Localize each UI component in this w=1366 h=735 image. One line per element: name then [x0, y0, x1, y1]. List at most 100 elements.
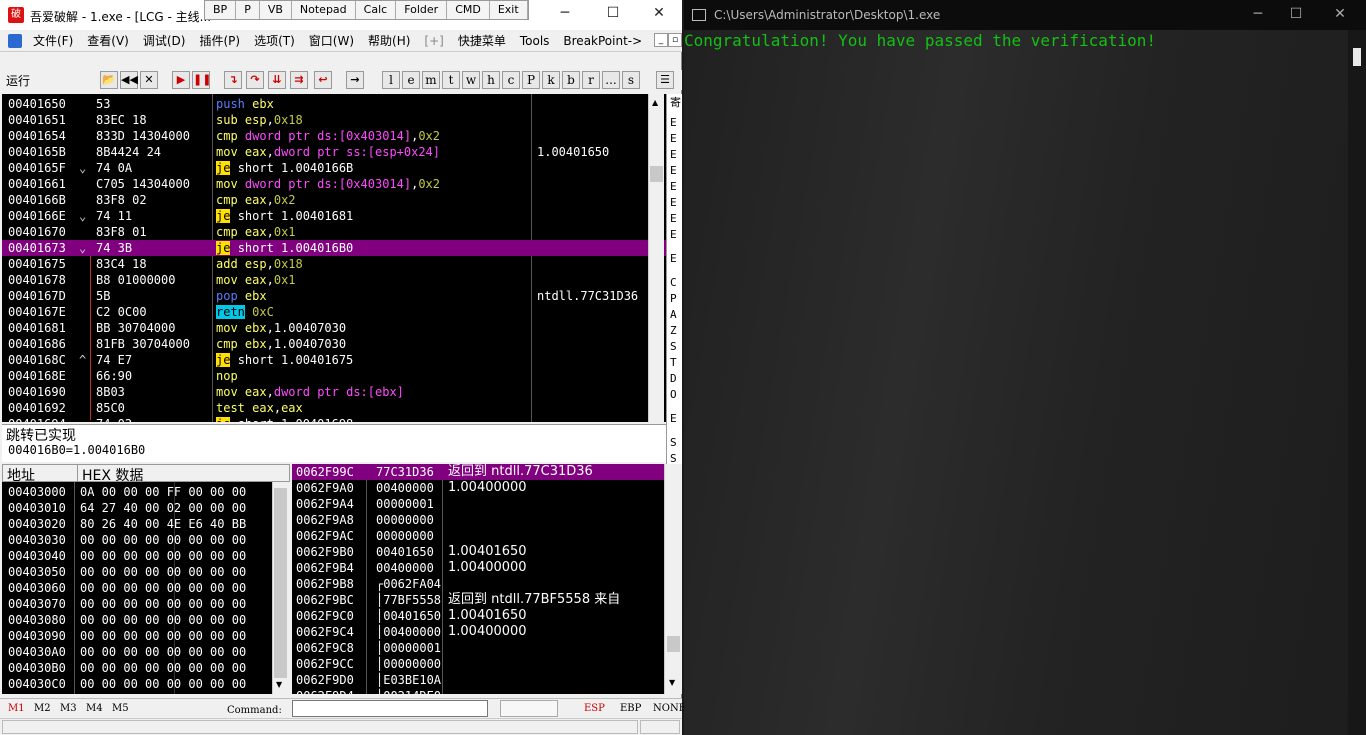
tb-handles[interactable]: h	[482, 71, 500, 89]
stack-row[interactable]: 0062F9D4 │00214DE0	[292, 688, 664, 694]
scroll-thumb[interactable]	[650, 166, 663, 182]
dump-row[interactable]: 00403000 0A 00 00 00 FF 00 00 00	[2, 484, 272, 500]
stack-row[interactable]: 0062F9BC │77BF5558 返回到 ntdll.77BF5558 来自	[292, 592, 664, 608]
tb-windows[interactable]: w	[462, 71, 480, 89]
goto-icon[interactable]: →	[346, 71, 364, 89]
step-over-icon[interactable]: ↷	[246, 71, 264, 89]
dump-row[interactable]: 00403060 00 00 00 00 00 00 00 00	[2, 580, 272, 596]
dump-row[interactable]: 00403040 00 00 00 00 00 00 00 00	[2, 548, 272, 564]
disassembly-row[interactable]: 0040167D 5B pop ebx ntdll.77C31D36	[2, 288, 666, 304]
disassembly-row[interactable]: 0040168C ^ 74 E7 je short 1.00401675	[2, 352, 666, 368]
disassembly-row[interactable]: 00401651 83EC 18 sub esp,0x18	[2, 112, 666, 128]
menu-debug[interactable]: 调试(D)	[136, 30, 193, 52]
quick-notepad-button[interactable]: Notepad	[291, 1, 356, 19]
stack-row[interactable]: 0062F9D0 │E03BE10A	[292, 672, 664, 688]
dump-row[interactable]: 004030B0 00 00 00 00 00 00 00 00	[2, 660, 272, 676]
tb-runtrace[interactable]: ...	[602, 71, 620, 89]
tb-exe[interactable]: e	[402, 71, 420, 89]
menu-file[interactable]: 文件(F)	[26, 30, 80, 52]
dump-row[interactable]: 00403080 00 00 00 00 00 00 00 00	[2, 612, 272, 628]
console-titlebar[interactable]: C:\Users\Administrator\Desktop\1.exe ─ ☐…	[684, 0, 1366, 30]
stack-row[interactable]: 0062F9AC 00000000	[292, 528, 664, 544]
disassembly-row[interactable]: 00401661 C705 14304000 mov dword ptr ds:[0…	[2, 176, 666, 192]
tb-patches[interactable]: P	[522, 71, 540, 89]
scroll-down-icon[interactable]: ▼	[276, 680, 282, 689]
console-scrollbar[interactable]	[1348, 30, 1366, 735]
disassembly-row[interactable]: 0040165B 8B4424 24 mov eax,dword ptr ss:[e…	[2, 144, 666, 160]
scroll-down-icon[interactable]: ▼	[669, 678, 675, 687]
quick-calc-button[interactable]: Calc	[355, 1, 397, 19]
disassembly-row[interactable]: 00401670 83F8 01 cmp eax,0x1	[2, 224, 666, 240]
menu-expand[interactable]: [+]	[417, 30, 450, 52]
tb-breakpoints[interactable]: b	[562, 71, 580, 89]
close-icon[interactable]: ✕	[649, 5, 669, 21]
debugger-titlebar[interactable]: 破 吾爱破解 - 1.exe - [LCG - 主线... BP P VB No…	[0, 0, 682, 30]
scroll-thumb[interactable]	[1353, 48, 1361, 66]
disassembly-row[interactable]: 0040166E ⌄ 74 11 je short 1.00401681	[2, 208, 666, 224]
stack-row[interactable]: 0062F99C 77C31D36 返回到 ntdll.77C31D36	[292, 464, 664, 480]
mem-tab-5[interactable]: M5	[112, 703, 129, 714]
tb-source[interactable]: s	[622, 71, 640, 89]
pause-icon[interactable]: ❚❚	[192, 71, 211, 89]
stack-row[interactable]: 0062F9C4 │00400000 1.00400000	[292, 624, 664, 640]
disassembly-row[interactable]: 00401654 833D 14304000 cmp dword ptr ds:[0…	[2, 128, 666, 144]
command-input[interactable]: ▼	[292, 700, 775, 717]
tb-references[interactable]: r	[582, 71, 600, 89]
list-icon[interactable]: ☰	[656, 71, 674, 89]
dump-row[interactable]: 00403030 00 00 00 00 00 00 00 00	[2, 532, 272, 548]
stack-row[interactable]: 0062F9A4 00000001	[292, 496, 664, 512]
disassembly-row[interactable]: 00401690 8B03 mov eax,dword ptr ds:[ebx]	[2, 384, 666, 400]
stack-row[interactable]: 0062F9CC │00000000	[292, 656, 664, 672]
menu-shortcut[interactable]: 快捷菜单	[451, 30, 513, 52]
close-icon[interactable]: ✕	[1330, 6, 1350, 22]
disassembly-pane[interactable]: 00401650 53 push ebx 00401651 83EC 18 sub esp…	[2, 94, 666, 422]
step-into-icon[interactable]: ↴	[224, 71, 242, 89]
disassembly-row[interactable]: 00401650 53 push ebx	[2, 96, 666, 112]
disassembly-row[interactable]: 0040165F ⌄ 74 0A je short 1.0040166B	[2, 160, 666, 176]
menu-plugins[interactable]: 插件(P)	[192, 30, 247, 52]
close-process-icon[interactable]: ✕	[140, 71, 158, 89]
stack-row[interactable]: 0062F9A0 00400000 1.00400000	[292, 480, 664, 496]
tb-cpu[interactable]: c	[502, 71, 520, 89]
execute-till-return-icon[interactable]: ↩	[314, 71, 332, 89]
quick-cmd-button[interactable]: CMD	[447, 1, 490, 19]
mem-tab-1[interactable]: M1	[8, 703, 25, 714]
scroll-thumb[interactable]	[274, 488, 287, 678]
disassembly-row[interactable]: 00401678 B8 01000000 mov eax,0x1	[2, 272, 666, 288]
disassembly-row[interactable]: 00401694 74 02 je short 1.00401698	[2, 416, 666, 422]
dump-scrollbar[interactable]: ▼	[272, 482, 288, 694]
minimize-icon[interactable]: ─	[1248, 6, 1268, 22]
disassembly-row[interactable]: 0040168E 66:90 nop	[2, 368, 666, 384]
rewind-icon[interactable]: ◀◀	[120, 71, 138, 89]
menu-help[interactable]: 帮助(H)	[361, 30, 417, 52]
disassembly-scrollbar[interactable]: ▲	[648, 94, 664, 422]
none-button[interactable]: NONE	[653, 703, 686, 714]
scroll-thumb[interactable]	[667, 636, 680, 652]
mdi-restore-icon[interactable]: ▫	[668, 33, 682, 47]
quick-p-button[interactable]: P	[236, 1, 260, 19]
dump-row[interactable]: 004030A0 00 00 00 00 00 00 00 00	[2, 644, 272, 660]
run-icon[interactable]: ▶	[172, 71, 190, 89]
menu-breakpoint[interactable]: BreakPoint->	[556, 30, 649, 52]
mem-tab-2[interactable]: M2	[34, 703, 51, 714]
tb-callstack[interactable]: k	[542, 71, 560, 89]
scroll-up-icon[interactable]: ▲	[652, 98, 658, 107]
registers-pane[interactable]: 寄EEEEEEEEECPAZSTDOESS	[666, 94, 682, 464]
maximize-icon[interactable]: ☐	[1286, 6, 1306, 22]
dump-pane[interactable]: 00403000 0A 00 00 00 FF 00 00 00 00403010 6…	[2, 482, 272, 694]
mem-tab-4[interactable]: M4	[86, 703, 103, 714]
disassembly-row[interactable]: 00401673 ⌄ 74 3B je short 1.004016B0	[2, 240, 666, 256]
esp-button[interactable]: ESP	[584, 703, 605, 714]
trace-over-icon[interactable]: ⇉	[290, 71, 308, 89]
dump-row[interactable]: 00403090 00 00 00 00 00 00 00 00	[2, 628, 272, 644]
stack-row[interactable]: 0062F9B0 00401650 1.00401650	[292, 544, 664, 560]
quick-bp-button[interactable]: BP	[205, 1, 237, 19]
disassembly-row[interactable]: 00401681 BB 30704000 mov ebx,1.00407030	[2, 320, 666, 336]
stack-scrollbar[interactable]: ▼	[664, 464, 682, 694]
stack-row[interactable]: 0062F9B8 ┌0062FA04	[292, 576, 664, 592]
menu-view[interactable]: 查看(V)	[80, 30, 136, 52]
quick-vb-button[interactable]: VB	[259, 1, 292, 19]
stack-row[interactable]: 0062F9C8 │00000001	[292, 640, 664, 656]
trace-into-icon[interactable]: ⇊	[268, 71, 286, 89]
tb-log[interactable]: l	[382, 71, 400, 89]
